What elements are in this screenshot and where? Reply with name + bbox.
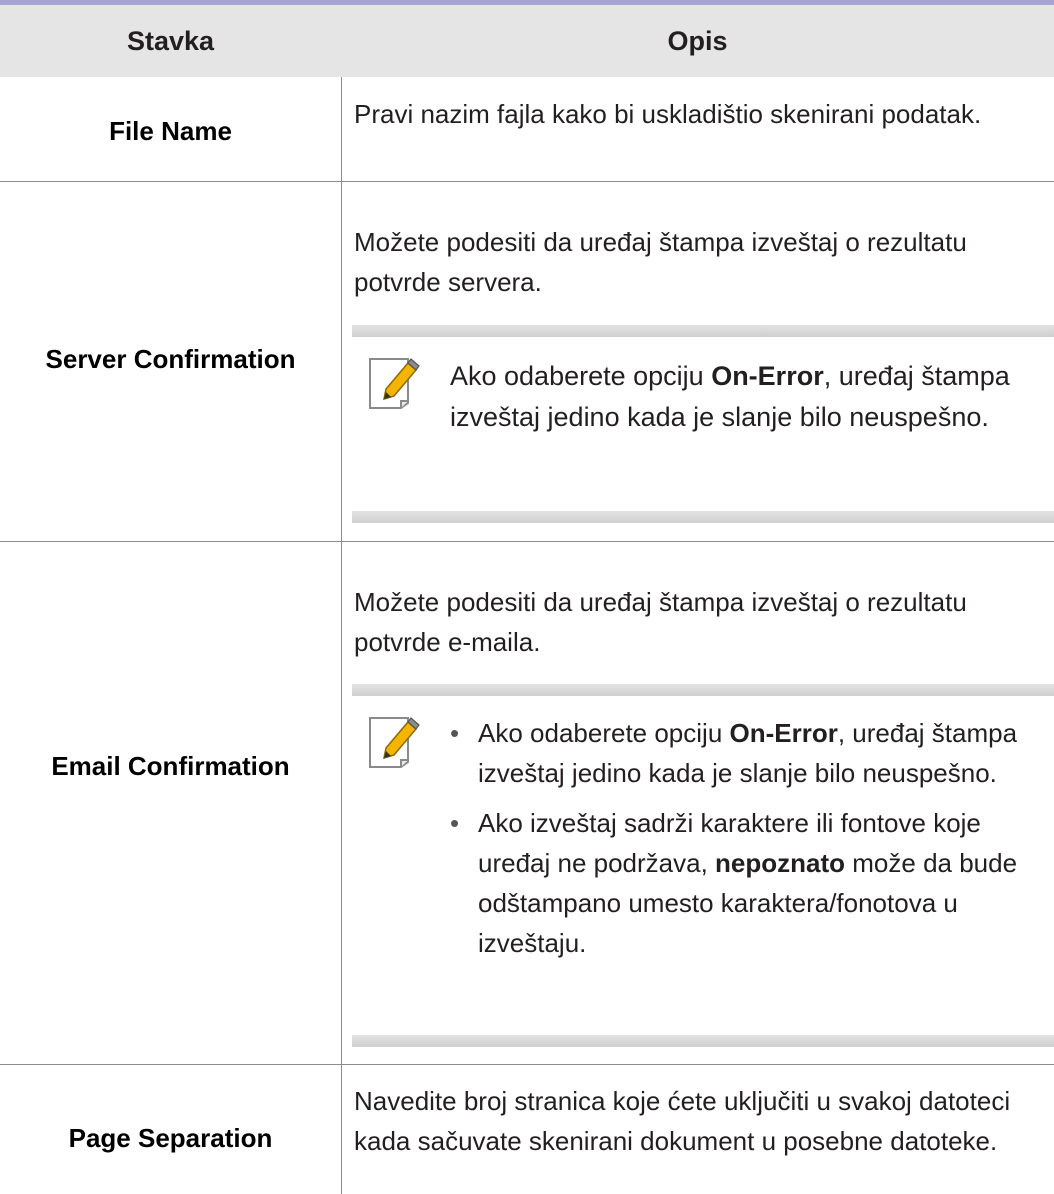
item-server-confirmation: Server Confirmation: [45, 344, 296, 374]
item-file-name: File Name: [109, 116, 232, 146]
table-header: Stavka Opis: [0, 5, 1054, 77]
settings-table: Stavka Opis File Name Pravi nazim fajla …: [0, 0, 1054, 1194]
note-bullet-list: • Ako odaberete opciju On-Error, uređaj š…: [450, 713, 1040, 973]
note-email-confirmation: • Ako odaberete opciju On-Error, uređaj š…: [352, 684, 1054, 1047]
desc-page-separation: Navedite broj stranica koje ćete uključi…: [354, 1086, 1011, 1156]
note-pencil-icon: [368, 714, 420, 768]
header-description: Opis: [667, 26, 728, 56]
note-text: Ako odaberete opciju On-Error, uređaj št…: [450, 361, 1010, 432]
note-top-bar: [352, 325, 1054, 337]
row-separator: [0, 181, 1054, 182]
list-item: • Ako odaberete opciju On-Error, uređaj š…: [450, 718, 1018, 788]
note-bottom-bar: [352, 1035, 1054, 1047]
column-divider: [341, 77, 342, 1194]
row-separator: [0, 1064, 1054, 1065]
row-separator: [0, 541, 1054, 542]
note-bottom-bar: [352, 511, 1054, 523]
item-email-confirmation: Email Confirmation: [51, 751, 290, 781]
note-pencil-icon: [368, 355, 420, 409]
list-item: • Ako izveštaj sadrži karaktere ili fonto…: [450, 808, 1018, 958]
header-item: Stavka: [126, 26, 215, 56]
note-server-confirmation: Ako odaberete opciju On-Error, uređaj št…: [352, 325, 1054, 523]
desc-file-name: Pravi nazim fajla kako bi uskladištio sk…: [354, 99, 982, 129]
desc-server-confirmation: Možete podesiti da uređaj štampa izvešta…: [354, 227, 967, 297]
item-page-separation: Page Separation: [68, 1123, 273, 1153]
desc-email-confirmation: Možete podesiti da uređaj štampa izvešta…: [354, 587, 967, 657]
note-top-bar: [352, 684, 1054, 696]
